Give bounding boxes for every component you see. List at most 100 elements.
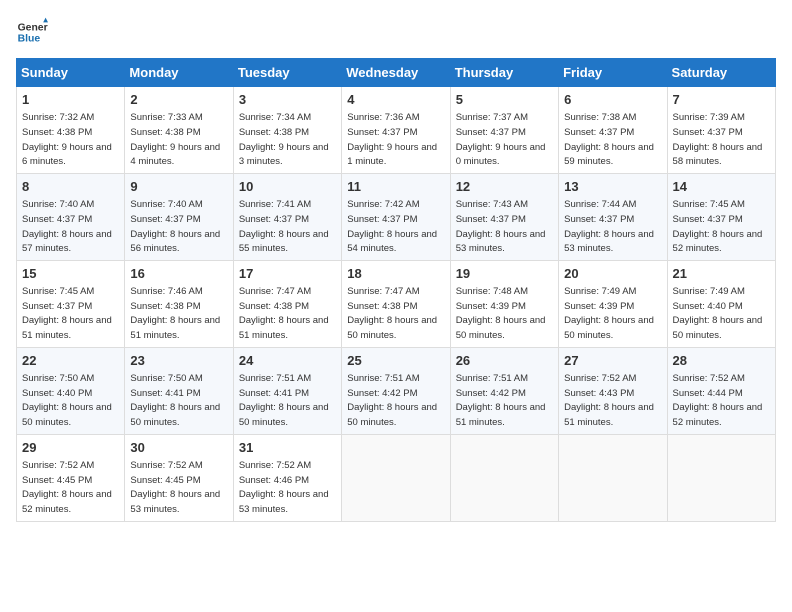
weekday-header: Wednesday: [342, 59, 450, 87]
day-number: 15: [22, 265, 119, 283]
day-number: 23: [130, 352, 227, 370]
calendar-cell: 7 Sunrise: 7:39 AMSunset: 4:37 PMDayligh…: [667, 87, 775, 174]
calendar-cell: [667, 434, 775, 521]
day-number: 4: [347, 91, 444, 109]
day-number: 30: [130, 439, 227, 457]
calendar-cell: 23 Sunrise: 7:50 AMSunset: 4:41 PMDaylig…: [125, 347, 233, 434]
day-number: 9: [130, 178, 227, 196]
day-info: Sunrise: 7:34 AMSunset: 4:38 PMDaylight:…: [239, 112, 329, 167]
calendar-cell: 9 Sunrise: 7:40 AMSunset: 4:37 PMDayligh…: [125, 173, 233, 260]
day-number: 20: [564, 265, 661, 283]
calendar-cell: [450, 434, 558, 521]
calendar-cell: [559, 434, 667, 521]
day-info: Sunrise: 7:40 AMSunset: 4:37 PMDaylight:…: [22, 199, 112, 254]
day-number: 28: [673, 352, 770, 370]
day-info: Sunrise: 7:44 AMSunset: 4:37 PMDaylight:…: [564, 199, 654, 254]
day-number: 3: [239, 91, 336, 109]
day-number: 25: [347, 352, 444, 370]
day-info: Sunrise: 7:46 AMSunset: 4:38 PMDaylight:…: [130, 286, 220, 341]
calendar-cell: 27 Sunrise: 7:52 AMSunset: 4:43 PMDaylig…: [559, 347, 667, 434]
day-number: 14: [673, 178, 770, 196]
calendar-cell: 30 Sunrise: 7:52 AMSunset: 4:45 PMDaylig…: [125, 434, 233, 521]
day-info: Sunrise: 7:41 AMSunset: 4:37 PMDaylight:…: [239, 199, 329, 254]
day-info: Sunrise: 7:49 AMSunset: 4:39 PMDaylight:…: [564, 286, 654, 341]
weekday-header: Saturday: [667, 59, 775, 87]
weekday-header: Thursday: [450, 59, 558, 87]
day-number: 27: [564, 352, 661, 370]
calendar-cell: 26 Sunrise: 7:51 AMSunset: 4:42 PMDaylig…: [450, 347, 558, 434]
day-info: Sunrise: 7:52 AMSunset: 4:45 PMDaylight:…: [22, 460, 112, 515]
svg-text:Blue: Blue: [18, 34, 41, 45]
logo: General Blue: [16, 16, 48, 48]
calendar-cell: 31 Sunrise: 7:52 AMSunset: 4:46 PMDaylig…: [233, 434, 341, 521]
calendar-cell: 15 Sunrise: 7:45 AMSunset: 4:37 PMDaylig…: [17, 260, 125, 347]
calendar-table: SundayMondayTuesdayWednesdayThursdayFrid…: [16, 58, 776, 522]
day-number: 17: [239, 265, 336, 283]
day-info: Sunrise: 7:45 AMSunset: 4:37 PMDaylight:…: [673, 199, 763, 254]
logo-icon: General Blue: [16, 16, 48, 48]
calendar-cell: 24 Sunrise: 7:51 AMSunset: 4:41 PMDaylig…: [233, 347, 341, 434]
calendar-cell: 29 Sunrise: 7:52 AMSunset: 4:45 PMDaylig…: [17, 434, 125, 521]
day-info: Sunrise: 7:32 AMSunset: 4:38 PMDaylight:…: [22, 112, 112, 167]
day-info: Sunrise: 7:37 AMSunset: 4:37 PMDaylight:…: [456, 112, 546, 167]
calendar-cell: 1 Sunrise: 7:32 AMSunset: 4:38 PMDayligh…: [17, 87, 125, 174]
calendar-cell: 4 Sunrise: 7:36 AMSunset: 4:37 PMDayligh…: [342, 87, 450, 174]
calendar-cell: 13 Sunrise: 7:44 AMSunset: 4:37 PMDaylig…: [559, 173, 667, 260]
day-number: 29: [22, 439, 119, 457]
day-info: Sunrise: 7:51 AMSunset: 4:42 PMDaylight:…: [456, 373, 546, 428]
calendar-cell: 3 Sunrise: 7:34 AMSunset: 4:38 PMDayligh…: [233, 87, 341, 174]
day-number: 11: [347, 178, 444, 196]
calendar-cell: 19 Sunrise: 7:48 AMSunset: 4:39 PMDaylig…: [450, 260, 558, 347]
day-number: 18: [347, 265, 444, 283]
day-number: 1: [22, 91, 119, 109]
calendar-cell: 25 Sunrise: 7:51 AMSunset: 4:42 PMDaylig…: [342, 347, 450, 434]
day-number: 8: [22, 178, 119, 196]
calendar-cell: 28 Sunrise: 7:52 AMSunset: 4:44 PMDaylig…: [667, 347, 775, 434]
day-info: Sunrise: 7:50 AMSunset: 4:40 PMDaylight:…: [22, 373, 112, 428]
day-number: 24: [239, 352, 336, 370]
calendar-cell: 17 Sunrise: 7:47 AMSunset: 4:38 PMDaylig…: [233, 260, 341, 347]
calendar-cell: 18 Sunrise: 7:47 AMSunset: 4:38 PMDaylig…: [342, 260, 450, 347]
day-info: Sunrise: 7:51 AMSunset: 4:41 PMDaylight:…: [239, 373, 329, 428]
page-header: General Blue: [16, 16, 776, 48]
day-info: Sunrise: 7:52 AMSunset: 4:45 PMDaylight:…: [130, 460, 220, 515]
weekday-header: Tuesday: [233, 59, 341, 87]
day-info: Sunrise: 7:52 AMSunset: 4:44 PMDaylight:…: [673, 373, 763, 428]
day-number: 19: [456, 265, 553, 283]
day-info: Sunrise: 7:36 AMSunset: 4:37 PMDaylight:…: [347, 112, 437, 167]
day-info: Sunrise: 7:47 AMSunset: 4:38 PMDaylight:…: [347, 286, 437, 341]
day-info: Sunrise: 7:52 AMSunset: 4:43 PMDaylight:…: [564, 373, 654, 428]
day-info: Sunrise: 7:48 AMSunset: 4:39 PMDaylight:…: [456, 286, 546, 341]
day-number: 2: [130, 91, 227, 109]
weekday-header: Friday: [559, 59, 667, 87]
svg-text:General: General: [18, 22, 48, 33]
day-number: 21: [673, 265, 770, 283]
day-number: 26: [456, 352, 553, 370]
day-number: 10: [239, 178, 336, 196]
day-number: 31: [239, 439, 336, 457]
calendar-cell: 14 Sunrise: 7:45 AMSunset: 4:37 PMDaylig…: [667, 173, 775, 260]
day-number: 13: [564, 178, 661, 196]
calendar-cell: 22 Sunrise: 7:50 AMSunset: 4:40 PMDaylig…: [17, 347, 125, 434]
day-number: 22: [22, 352, 119, 370]
calendar-cell: 12 Sunrise: 7:43 AMSunset: 4:37 PMDaylig…: [450, 173, 558, 260]
day-info: Sunrise: 7:47 AMSunset: 4:38 PMDaylight:…: [239, 286, 329, 341]
calendar-cell: 10 Sunrise: 7:41 AMSunset: 4:37 PMDaylig…: [233, 173, 341, 260]
day-number: 5: [456, 91, 553, 109]
weekday-header: Monday: [125, 59, 233, 87]
day-info: Sunrise: 7:43 AMSunset: 4:37 PMDaylight:…: [456, 199, 546, 254]
day-info: Sunrise: 7:33 AMSunset: 4:38 PMDaylight:…: [130, 112, 220, 167]
calendar-cell: 6 Sunrise: 7:38 AMSunset: 4:37 PMDayligh…: [559, 87, 667, 174]
day-info: Sunrise: 7:40 AMSunset: 4:37 PMDaylight:…: [130, 199, 220, 254]
calendar-cell: 21 Sunrise: 7:49 AMSunset: 4:40 PMDaylig…: [667, 260, 775, 347]
day-number: 16: [130, 265, 227, 283]
day-info: Sunrise: 7:52 AMSunset: 4:46 PMDaylight:…: [239, 460, 329, 515]
day-info: Sunrise: 7:42 AMSunset: 4:37 PMDaylight:…: [347, 199, 437, 254]
calendar-cell: 5 Sunrise: 7:37 AMSunset: 4:37 PMDayligh…: [450, 87, 558, 174]
day-info: Sunrise: 7:45 AMSunset: 4:37 PMDaylight:…: [22, 286, 112, 341]
day-number: 7: [673, 91, 770, 109]
day-info: Sunrise: 7:49 AMSunset: 4:40 PMDaylight:…: [673, 286, 763, 341]
calendar-cell: 16 Sunrise: 7:46 AMSunset: 4:38 PMDaylig…: [125, 260, 233, 347]
weekday-header: Sunday: [17, 59, 125, 87]
calendar-cell: 20 Sunrise: 7:49 AMSunset: 4:39 PMDaylig…: [559, 260, 667, 347]
